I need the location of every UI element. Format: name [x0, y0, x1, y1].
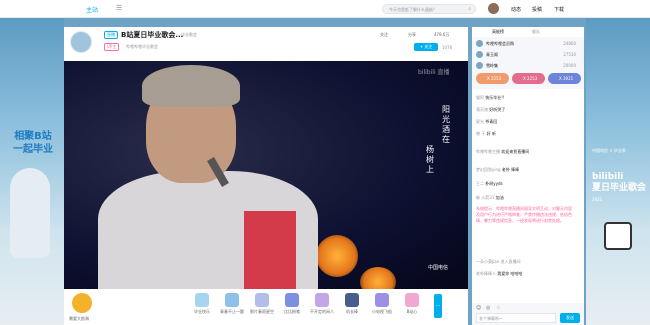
user-avatar[interactable]: [488, 3, 499, 14]
chat-input-area: ☺ ◎ ♢ 发个弹幕呗~ 发送: [472, 303, 584, 325]
gift-icon: [405, 293, 419, 307]
slogan-right-line1: bilibili: [592, 172, 624, 182]
slogan-right-line2: 夏日毕业歌会: [592, 183, 647, 193]
live-badge: 直播: [104, 31, 118, 39]
search-input[interactable]: 今天也是赶了解什么蛋糕？ ⌕: [382, 4, 476, 14]
chat-message: 哔哩哔哩主播 欢迎来到直播间: [476, 149, 530, 154]
top-navbar: 主站 ☰ 今天也是赶了解什么蛋糕？ ⌕ 动态 投稿 下载: [0, 0, 650, 18]
gift-item[interactable]: 不开定的闲人: [310, 293, 334, 315]
fans-count: 1076: [442, 45, 453, 50]
gift-icon: [375, 293, 389, 307]
gift-item[interactable]: 毕业快乐: [190, 293, 214, 315]
rank-row[interactable]: 青玉阁 27530: [476, 50, 580, 59]
guard-pill[interactable]: X 2253: [476, 73, 509, 84]
slogan-right: bilibili 夏日毕业歌会 2021: [592, 172, 648, 205]
gift-icon: [315, 293, 329, 307]
rank-tabs: 高能榜 舰队: [472, 27, 584, 37]
send-button[interactable]: 发送: [560, 313, 580, 323]
stage-light: [316, 235, 358, 277]
nav-link-dynamics[interactable]: 动态: [511, 6, 521, 13]
guard-pill[interactable]: X 2253: [512, 73, 545, 84]
right-sidebar: 高能榜 舰队 哔哩哔哩会员购 24800 青玉阁 27530 雪岭集 20000 X …: [472, 27, 584, 325]
singer-bandana: [142, 65, 240, 107]
chat-message: 猫阿 快乐毕业!!: [476, 95, 505, 100]
rank-row[interactable]: 哔哩哔哩会员购 24800: [476, 39, 580, 48]
nav-link-download[interactable]: 下载: [554, 6, 564, 13]
tab-rank[interactable]: 高能榜: [492, 29, 504, 35]
background-right-banner: 中国电信 × 毕业季 bilibili 夏日毕业歌会 2021: [586, 18, 650, 325]
bilibili-watermark: bilibili 直播: [418, 69, 450, 76]
gift-item[interactable]: B站心: [400, 293, 424, 315]
gift-item[interactable]: 青春不止一题: [220, 293, 244, 315]
streamer-avatar[interactable]: [70, 31, 92, 53]
search-icon[interactable]: ⌕: [468, 6, 471, 12]
chat-message: 王二 朴树yyds: [476, 181, 503, 186]
slogan-left: 相聚B站 一起毕业: [2, 130, 64, 156]
decorative-character: [10, 168, 50, 258]
gift-icon: [345, 293, 359, 307]
share-action[interactable]: 分享: [408, 32, 416, 38]
more-gifts-button[interactable]: ⋯: [434, 294, 442, 318]
gift-item[interactable]: 那片春雨星空: [250, 293, 274, 315]
avatar: [476, 51, 483, 58]
danmaku-list[interactable]: 猫阿 快乐毕业!! 落天旅 好听哭了 星光 爷青回 晓 于 好 听 哔哩哔哩主播…: [472, 89, 584, 303]
gift-icon: [195, 293, 209, 307]
slogan-right-year: 2021: [592, 197, 603, 202]
slogan-left-line1: 相聚B站: [14, 131, 52, 142]
gift-item[interactable]: 比比粉笔: [280, 293, 304, 315]
danmaku-input[interactable]: 发个弹幕呗~: [476, 313, 556, 323]
background-left-banner: 相聚B站 一起毕业: [0, 18, 64, 325]
video-player[interactable]: bilibili 直播 阳光酒在 杨树上 中国电信: [64, 61, 468, 289]
crown-icon[interactable]: [72, 293, 92, 313]
rank-row[interactable]: 雪岭集 20000: [476, 61, 580, 70]
room-area[interactable]: 毕业歌会: [181, 32, 197, 38]
system-notice: 系统提示：哔哩哔哩直播间倡导文明互动，对聊天内容及用户行为进行严格审查，严禁传播…: [476, 206, 572, 223]
search-placeholder: 今天也是赶了解什么蛋糕？: [389, 7, 437, 12]
streamer-name[interactable]: 哔哩哔哩毕业歌会: [126, 44, 158, 50]
room-title: B站夏日毕业歌会...: [121, 31, 184, 39]
tab-guard[interactable]: 舰队: [532, 29, 540, 35]
lyric-line-2: 杨树上: [426, 145, 434, 174]
avatar: [476, 40, 483, 47]
room-header: 直播 B站夏日毕业歌会... 毕业歌会 UP主 哔哩哔哩毕业歌会 关注 分享 4…: [64, 27, 468, 61]
up-tag: UP主: [104, 43, 120, 51]
lyric-line-1: 阳光酒在: [442, 105, 450, 144]
stage-light: [360, 267, 396, 289]
gift-small-icon[interactable]: ◎: [486, 305, 490, 311]
guard-label[interactable]: 需要大航海: [69, 316, 89, 322]
chat-message: 星光 爷青回: [476, 119, 498, 124]
viewer-count: 478.6万: [434, 32, 450, 37]
gift-icon: [225, 293, 239, 307]
gift-bar: 需要大航海 毕业快乐 青春不止一题 那片春雨星空 比比粉笔 不开定的闲人 机长棒…: [64, 289, 468, 325]
telecom-logo: 中国电信: [428, 265, 449, 271]
chat-message: 老朴棒棒人 我爱你 哈哈哈: [476, 271, 523, 276]
slogan-left-line2: 一起毕业: [13, 144, 53, 155]
settings-icon[interactable]: ♢: [496, 305, 500, 311]
brand-logos: 中国电信 × 毕业季: [592, 148, 626, 153]
follow-button[interactable]: + 关注: [414, 43, 438, 51]
guitar: [244, 211, 296, 289]
follow-star-action[interactable]: 关注: [380, 32, 388, 38]
gift-item[interactable]: 小电视飞船: [370, 293, 394, 315]
emoji-icon[interactable]: ☺: [476, 305, 481, 311]
home-logo[interactable]: 主站: [86, 5, 98, 14]
input-placeholder: 发个弹幕呗~: [479, 316, 503, 321]
chat-message: 落天旅 好听哭了: [476, 107, 506, 112]
gift-icon: [255, 293, 269, 307]
guard-pill[interactable]: X 3921: [548, 73, 581, 84]
chat-message: 晓 于 好 听: [476, 131, 496, 136]
chat-message: 新 火箭31 加油: [476, 195, 504, 200]
nav-link-upload[interactable]: 投稿: [532, 6, 542, 13]
menu-icon[interactable]: ☰: [116, 4, 122, 12]
gift-item[interactable]: 机长棒: [340, 293, 364, 315]
guard-pills: X 2253 X 2253 X 3921: [474, 73, 582, 87]
gift-icon: [285, 293, 299, 307]
enter-notice: 一朵小葵Jian 进入直播间: [476, 259, 521, 264]
avatar: [476, 62, 483, 69]
tv-mascot-icon: [604, 222, 632, 250]
chat-message: 梦幻回到ying 老朴 棒棒: [476, 167, 520, 172]
